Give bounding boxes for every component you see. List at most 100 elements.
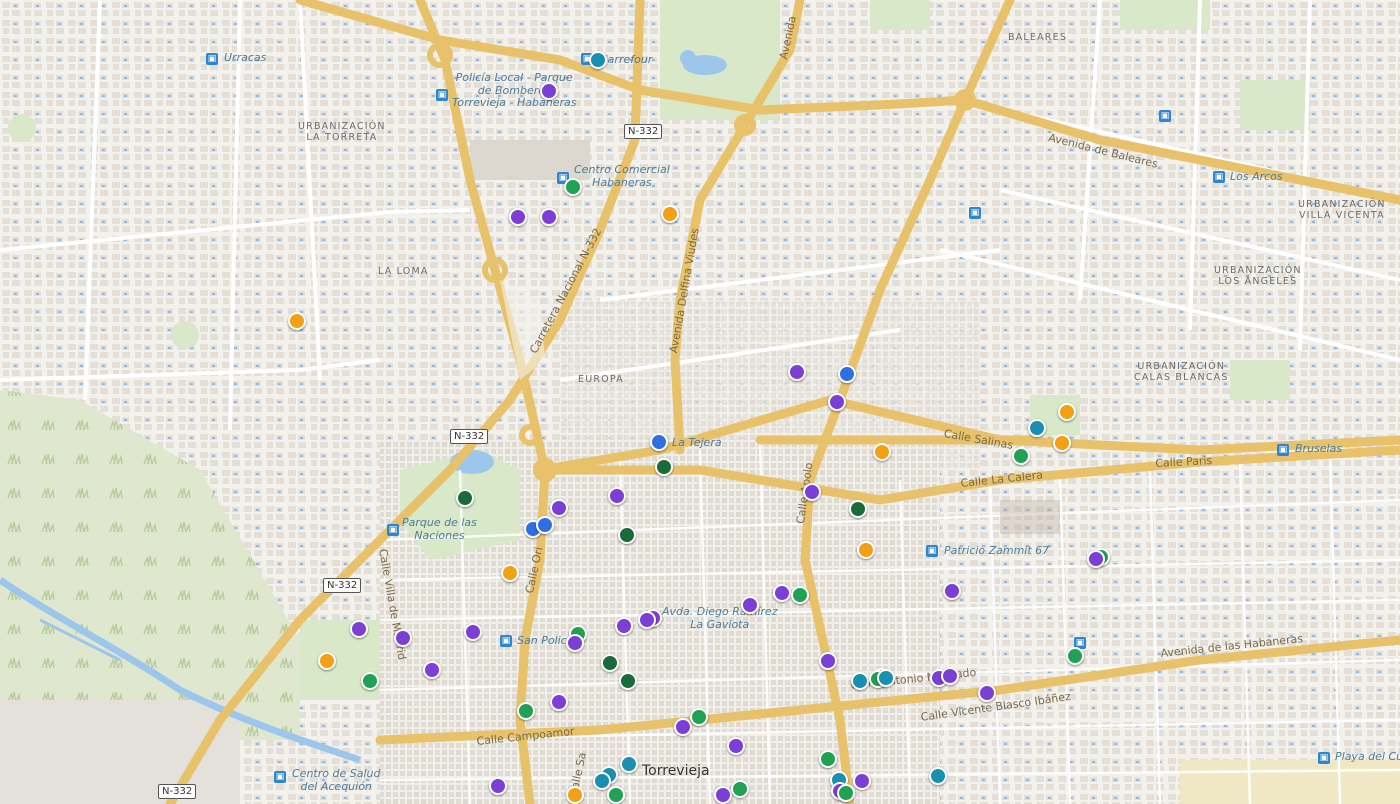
map-marker-icon[interactable]: [536, 516, 554, 534]
bus-stop-icon: ▣: [387, 524, 399, 536]
poi-label-centro-comercial[interactable]: Centro Comercial Habaneras: [574, 163, 670, 189]
poi-label-bruselas[interactable]: Bruselas: [1295, 442, 1342, 456]
place-label-la-torreta: URBANIZACIÓN LA TORRETA: [298, 121, 386, 143]
map-marker-icon[interactable]: [857, 541, 875, 559]
place-label-europa: EUROPA: [578, 374, 624, 385]
map-marker-icon[interactable]: [361, 672, 379, 690]
place-label-baleares: BALEARES: [1008, 32, 1068, 43]
road-shield-n332-mid: N-332: [450, 429, 489, 444]
poi-label-centro-salud[interactable]: Centro de Salud del Acequión: [292, 767, 380, 793]
map-marker-icon[interactable]: [819, 750, 837, 768]
map-marker-icon[interactable]: [943, 582, 961, 600]
bus-stop-icon: ▣: [1213, 171, 1225, 183]
map-marker-icon[interactable]: [288, 312, 306, 330]
map-marker-icon[interactable]: [589, 51, 607, 69]
map-marker-icon[interactable]: [838, 365, 856, 383]
map-marker-icon[interactable]: [873, 443, 891, 461]
map-marker-icon[interactable]: [674, 718, 692, 736]
map-marker-icon[interactable]: [501, 564, 519, 582]
map-marker-icon[interactable]: [1028, 419, 1046, 437]
map-marker-icon[interactable]: [661, 205, 679, 223]
map-marker-icon[interactable]: [550, 499, 568, 517]
place-label-los-angeles: URBANIZACIÓN LOS ÁNGELES: [1214, 265, 1302, 287]
map-marker-icon[interactable]: [731, 780, 749, 798]
map-canvas[interactable]: N-332 N-332 N-332 N-332 URBANIZACIÓN LA …: [0, 0, 1400, 804]
map-marker-icon[interactable]: [607, 786, 625, 804]
road-shield-n332-bottom: N-332: [158, 784, 197, 799]
map-marker-icon[interactable]: [788, 363, 806, 381]
map-marker-icon[interactable]: [566, 786, 584, 804]
map-marker-icon[interactable]: [1066, 647, 1084, 665]
map-marker-icon[interactable]: [1012, 447, 1030, 465]
poi-label-urracas[interactable]: Urracas: [224, 51, 266, 65]
map-marker-icon[interactable]: [828, 393, 846, 411]
map-marker-icon[interactable]: [464, 623, 482, 641]
bus-stop-icon: ▣: [500, 635, 512, 647]
map-marker-icon[interactable]: [853, 772, 871, 790]
map-marker-icon[interactable]: [318, 652, 336, 670]
bus-stop-icon: ▣: [926, 545, 938, 557]
map-marker-icon[interactable]: [741, 596, 759, 614]
poi-label-parque-naciones[interactable]: Parque de las Naciones: [402, 516, 477, 542]
map-marker-icon[interactable]: [350, 620, 368, 638]
map-marker-icon[interactable]: [791, 586, 809, 604]
map-marker-icon[interactable]: [837, 784, 855, 802]
road-shield-n332-top: N-332: [624, 124, 663, 139]
map-marker-icon[interactable]: [803, 483, 821, 501]
map-marker-icon[interactable]: [618, 526, 636, 544]
map-marker-icon[interactable]: [456, 489, 474, 507]
map-marker-icon[interactable]: [727, 737, 745, 755]
bus-stop-icon: ▣: [436, 89, 448, 101]
poi-label-playa-del-cura[interactable]: Playa del Cu: [1335, 750, 1400, 764]
map-marker-icon[interactable]: [509, 208, 527, 226]
map-marker-icon[interactable]: [1087, 550, 1105, 568]
poi-label-la-tejera[interactable]: La Tejera: [672, 436, 722, 450]
map-marker-icon[interactable]: [877, 669, 895, 687]
place-label-calas-blancas: URBANIZACIÓN CALAS BLANCAS: [1134, 361, 1229, 383]
bus-stop-icon: ▣: [1277, 444, 1289, 456]
poi-label-san-policarpo[interactable]: San Polic: [517, 634, 567, 648]
map-marker-icon[interactable]: [489, 777, 507, 795]
map-marker-icon[interactable]: [773, 584, 791, 602]
map-marker-icon[interactable]: [655, 458, 673, 476]
map-marker-icon[interactable]: [638, 611, 656, 629]
map-marker-icon[interactable]: [517, 702, 535, 720]
map-marker-icon[interactable]: [608, 487, 626, 505]
map-marker-icon[interactable]: [550, 693, 568, 711]
map-marker-icon[interactable]: [619, 672, 637, 690]
map-marker-icon[interactable]: [620, 755, 638, 773]
map-marker-icon[interactable]: [650, 433, 668, 451]
map-marker-icon[interactable]: [564, 178, 582, 196]
map-marker-icon[interactable]: [1058, 403, 1076, 421]
city-label-torrevieja: Torrevieja: [642, 763, 710, 779]
map-marker-icon[interactable]: [819, 652, 837, 670]
map-base-layer: [0, 0, 1400, 804]
map-marker-icon[interactable]: [423, 661, 441, 679]
map-marker-icon[interactable]: [615, 617, 633, 635]
map-marker-icon[interactable]: [566, 634, 584, 652]
map-marker-icon[interactable]: [929, 767, 947, 785]
map-marker-icon[interactable]: [690, 708, 708, 726]
bus-stop-icon: ▣: [1318, 752, 1330, 764]
poi-label-los-arcos[interactable]: Los Arcos: [1230, 170, 1283, 184]
bus-stop-icon: ▣: [1159, 110, 1171, 122]
map-marker-icon[interactable]: [394, 629, 412, 647]
map-marker-icon[interactable]: [1053, 434, 1071, 452]
bus-stop-icon: ▣: [274, 771, 286, 783]
map-marker-icon[interactable]: [714, 786, 732, 804]
map-marker-icon[interactable]: [540, 82, 558, 100]
map-marker-icon[interactable]: [941, 667, 959, 685]
map-marker-icon[interactable]: [540, 208, 558, 226]
map-marker-icon[interactable]: [849, 500, 867, 518]
poi-label-patricio-zammit[interactable]: Patricio Zammit 67: [944, 544, 1049, 558]
poi-label-carrefour[interactable]: Carrefour: [600, 53, 652, 67]
bus-stop-icon: ▣: [969, 207, 981, 219]
map-marker-icon[interactable]: [851, 672, 869, 690]
map-marker-icon[interactable]: [601, 654, 619, 672]
bus-stop-icon: ▣: [206, 53, 218, 65]
map-marker-icon[interactable]: [593, 772, 611, 790]
map-marker-icon[interactable]: [978, 684, 996, 702]
place-label-la-loma: LA LOMA: [378, 266, 429, 277]
poi-label-diego-ramirez[interactable]: Avda. Diego Ramírez La Gaviota: [662, 605, 777, 631]
road-shield-n332-left: N-332: [323, 578, 362, 593]
